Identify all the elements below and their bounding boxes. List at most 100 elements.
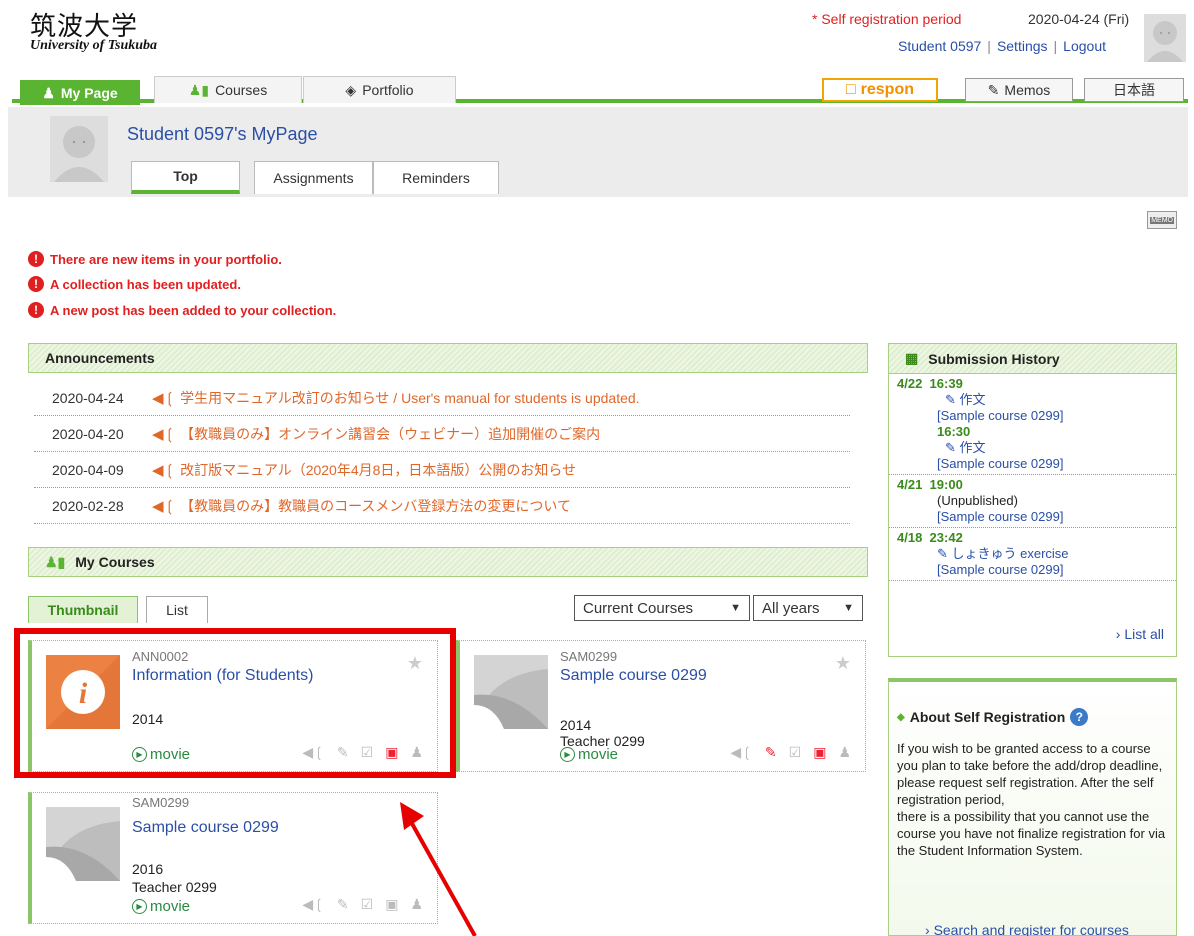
self-registration-paragraph: If you wish to be granted access to a co…: [897, 741, 1163, 807]
self-registration-paragraph: there is a possibility that you cannot u…: [897, 809, 1166, 858]
announcement-link[interactable]: 学生用マニュアル改訂のお知らせ / User's manual for stud…: [180, 388, 639, 408]
respon-icon: □: [845, 81, 856, 98]
movie-link[interactable]: ▶ movie: [132, 898, 190, 915]
announcement-date: 2020-04-24: [52, 389, 124, 406]
member-icon[interactable]: ♟: [838, 744, 851, 761]
page-title: Student 0597's MyPage: [127, 124, 318, 144]
profile-avatar: [50, 116, 108, 182]
nav-tab-portfolio[interactable]: ◈ Portfolio: [303, 76, 456, 103]
list-item: 4/21 19:00 (Unpublished) [Sample course …: [889, 475, 1176, 528]
tab-thumbnail[interactable]: Thumbnail: [28, 596, 138, 623]
courses-icon: ♟▮: [45, 553, 66, 570]
test-icon[interactable]: ☑: [789, 744, 802, 761]
nav-label: My Page: [60, 85, 118, 101]
announcement-row[interactable]: 2020-04-24 ◀❲ 学生用マニュアル改訂のお知らせ / User's man…: [34, 380, 850, 416]
course-year: 2016: [132, 861, 164, 877]
term-select[interactable]: Current Courses ▼: [574, 595, 750, 621]
assignment-link[interactable]: ✎ 作文: [897, 392, 1176, 408]
settings-link[interactable]: Settings: [997, 38, 1048, 54]
exclamation-icon: !: [28, 251, 44, 267]
self-registration-title-text: About Self Registration: [909, 709, 1066, 725]
alert-portfolio[interactable]: ! There are new items in your portfolio.: [28, 251, 282, 267]
submission-time: 23:42: [929, 530, 963, 545]
announcement-link[interactable]: 改訂版マニュアル（2020年4月8日，日本語版）公開のお知らせ: [180, 460, 576, 480]
memo-icon: ✎: [987, 81, 1000, 98]
course-card[interactable]: SAM0299 Sample course 0299 2014 Teacher …: [456, 640, 866, 772]
megaphone-icon: ◀❲: [152, 389, 177, 407]
course-link[interactable]: [Sample course 0299]: [897, 456, 1176, 472]
course-link[interactable]: [Sample course 0299]: [897, 509, 1176, 525]
respon-button[interactable]: □ respon: [822, 78, 938, 102]
courses-icon: ♟▮: [188, 81, 210, 98]
nav-tab-mypage[interactable]: ♟ My Page: [20, 80, 140, 105]
chat-icon[interactable]: ▣: [813, 744, 826, 761]
list-item: 4/22 16:39 ✎ 作文 [Sample course 0299] 16:…: [889, 374, 1176, 475]
memos-button[interactable]: ✎ Memos: [965, 78, 1073, 102]
announcement-link[interactable]: 【教職員のみ】オンライン講習会（ウェビナー）追加開催のご案内: [180, 424, 600, 444]
self-registration-title: ◆ About Self Registration?: [897, 708, 1089, 726]
language-button[interactable]: 日本語: [1084, 78, 1184, 102]
list-all-link[interactable]: › List all: [1116, 626, 1164, 642]
course-teacher: Teacher 0299: [132, 879, 217, 895]
announcement-row[interactable]: 2020-04-20 ◀❲ 【教職員のみ】オンライン講習会（ウェビナー）追加開催のご…: [34, 416, 850, 452]
self-registration-notice: * Self registration period: [812, 11, 962, 27]
search-register-link[interactable]: › Search and register for courses: [925, 922, 1129, 936]
megaphone-icon: ◀❲: [152, 461, 177, 479]
test-icon[interactable]: ☑: [361, 896, 374, 913]
alert-new-post[interactable]: ! A new post has been added to your colle…: [28, 302, 336, 318]
announcement-icon[interactable]: ◀❲: [302, 896, 325, 913]
list-item: 4/18 23:42 ✎ しょきゅう exercise [Sample cour…: [889, 528, 1176, 581]
annotation-arrow-icon: [400, 802, 477, 936]
self-registration-text: If you wish to be granted access to a co…: [897, 740, 1167, 859]
course-card[interactable]: SAM0299 Sample course 0299 2016 Teacher …: [28, 792, 438, 924]
course-icons: ◀❲ ✎ ☑ ▣ ♟: [730, 744, 851, 761]
course-title-link[interactable]: Sample course 0299: [132, 819, 279, 837]
announcement-link[interactable]: 【教職員のみ】教職員のコースメンバ登録方法の変更について: [180, 496, 571, 516]
announcement-row[interactable]: 2020-02-28 ◀❲ 【教職員のみ】教職員のコースメンバ登録方法の変更について: [34, 488, 850, 524]
logout-link[interactable]: Logout: [1063, 38, 1106, 54]
term-select-value: Current Courses: [583, 599, 694, 617]
course-link[interactable]: [Sample course 0299]: [897, 562, 1176, 578]
chevron-right-icon: ›: [925, 922, 934, 936]
user-avatar[interactable]: [1144, 14, 1186, 62]
announcement-row[interactable]: 2020-04-09 ◀❲ 改訂版マニュアル（2020年4月8日，日本語版）公開のお…: [34, 452, 850, 488]
assignment-icon[interactable]: ✎: [337, 896, 349, 913]
separator: |: [1053, 38, 1058, 54]
tab-reminders[interactable]: Reminders: [373, 161, 499, 194]
assignment-icon: ✎: [945, 392, 960, 407]
submission-time: 19:00: [929, 477, 963, 492]
year-select[interactable]: All years ▼: [753, 595, 863, 621]
submission-date: 4/18: [897, 530, 923, 545]
current-date: 2020-04-24 (Fri): [1028, 11, 1130, 27]
course-thumbnail: [474, 655, 548, 729]
exclamation-icon: !: [28, 302, 44, 318]
movie-label: movie: [578, 746, 619, 763]
favorite-star-icon[interactable]: ★: [835, 653, 851, 674]
submission-list: 4/22 16:39 ✎ 作文 [Sample course 0299] 16:…: [889, 374, 1176, 581]
course-link[interactable]: [Sample course 0299]: [897, 408, 1176, 424]
submission-history-header: ▦ Submission History: [889, 344, 1176, 374]
user-name-link[interactable]: Student 0597: [898, 38, 981, 54]
tab-assignments[interactable]: Assignments: [254, 161, 373, 194]
submission-date: 4/21: [897, 477, 923, 492]
assignment-icon[interactable]: ✎: [765, 744, 777, 761]
assignment-link[interactable]: ✎ しょきゅう exercise: [897, 546, 1176, 562]
nav-tab-courses[interactable]: ♟▮ Courses: [154, 76, 302, 103]
assignment-link[interactable]: ✎ 作文: [897, 440, 1176, 456]
announcement-date: 2020-04-20: [52, 425, 124, 442]
announcement-icon[interactable]: ◀❲: [730, 744, 753, 761]
help-icon[interactable]: ?: [1070, 708, 1089, 726]
assignment-name: しょきゅう exercise: [951, 546, 1069, 561]
search-register-label: Search and register for courses: [933, 922, 1129, 936]
memo-badge-button[interactable]: MEMO: [1147, 211, 1177, 229]
tab-list[interactable]: List: [146, 596, 208, 623]
alert-collection-updated[interactable]: ! A collection has been updated.: [28, 276, 241, 292]
memo-badge-label: MEMO: [1150, 216, 1174, 224]
course-title-link[interactable]: Sample course 0299: [560, 667, 707, 685]
movie-link[interactable]: ▶ movie: [560, 746, 618, 763]
assignment-name: 作文: [959, 392, 986, 407]
nav-label: Portfolio: [362, 82, 414, 98]
submission-date: 4/22: [897, 376, 923, 391]
submission-time: 16:39: [929, 376, 963, 391]
tab-top[interactable]: Top: [131, 161, 240, 194]
